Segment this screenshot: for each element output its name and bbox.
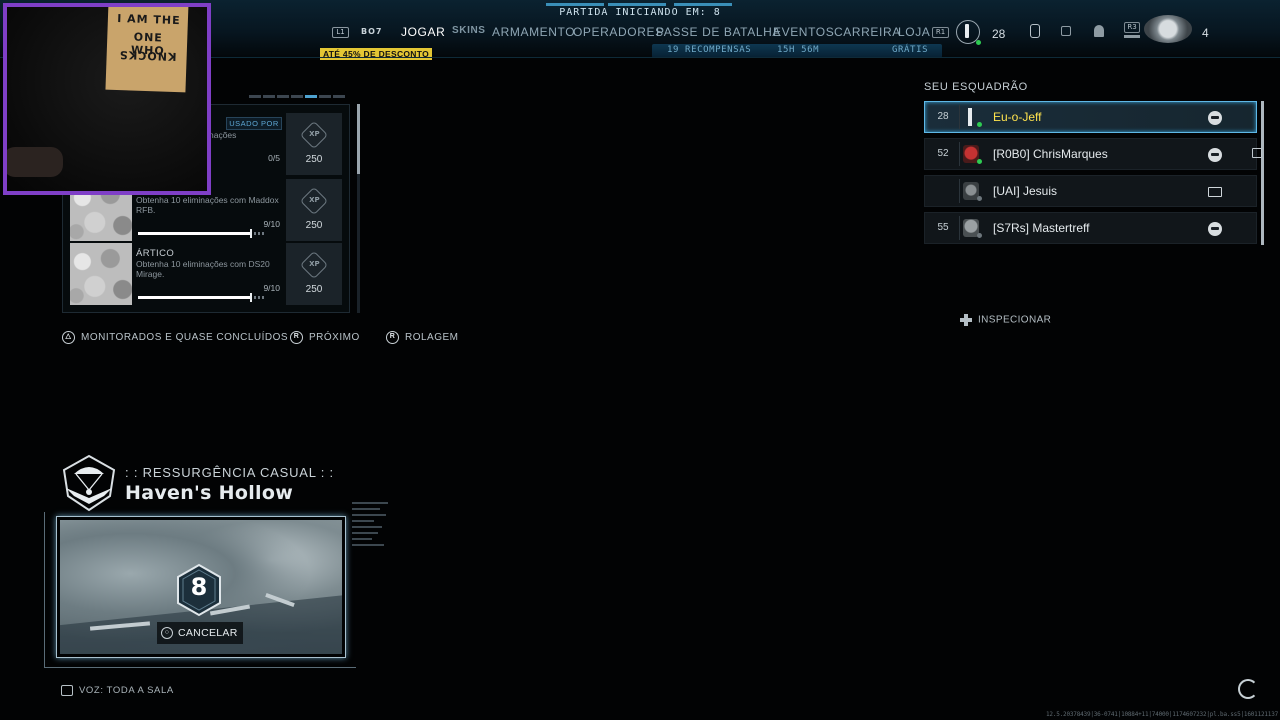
loading-spinner-icon [1238,679,1258,699]
member-level: 55 [937,222,949,233]
idle-status-dot [977,233,982,238]
right-stick-icon: R [290,331,303,344]
triangle-button-icon: △ [62,331,75,344]
challenge-page-indicator [249,95,349,99]
playstation-icon [1208,111,1222,125]
event-timer: 15H 56M [777,45,820,55]
xp-icon: XP [299,120,329,150]
tab-eventos[interactable]: EVENTOS [773,25,834,39]
tab-passe-de-batalha[interactable]: PASSE DE BATALHA [656,25,781,39]
xp-icon: XP [299,250,329,280]
used-by-badge: USADO POR [226,117,282,130]
webcam-overlay: I AM THE ONE WHO KNOCKS [3,3,211,195]
xp-value: 250 [305,284,323,295]
challenge-progress-bar [138,229,264,238]
squad-member-row[interactable]: 28 Eu-o-Jeff [924,101,1257,133]
squad-member-row[interactable]: 55 [S7Rs] Mastertreff [924,212,1257,244]
scroll-prompt[interactable]: R ROLAGEM [386,331,459,345]
r3-button-icon[interactable]: R3 [1124,22,1140,33]
next-prompt[interactable]: R PRÓXIMO [290,331,360,345]
l1-button-icon[interactable]: L1 [332,27,349,38]
party-count: 4 [1202,26,1209,40]
xp-reward: XP 250 [286,243,342,305]
build-version: 12.5.20378439|36-0741|10884+11|74000|117… [1046,711,1279,718]
challenge-description: nações [209,130,237,140]
tracked-challenges-prompt[interactable]: △ MONITORADOS E QUASE CONCLUÍDOS [62,331,288,345]
online-status-dot [977,159,982,164]
cancel-button[interactable]: ○ CANCELAR [157,622,243,644]
party-avatars-icon[interactable] [1144,15,1192,43]
member-name: Eu-o-Jeff [993,110,1042,124]
tab-carreira[interactable]: CARREIRA [834,25,901,39]
challenge-progress-text: 9/10 [263,283,280,293]
squad-member-row[interactable]: 52 [R0B0] ChrisMarques [924,138,1257,170]
challenges-scrollbar[interactable] [357,104,360,174]
challenge-progress-text: 0/5 [268,153,280,163]
currency-icon[interactable] [1030,24,1040,38]
online-status-dot [976,40,981,45]
voice-chat-status[interactable]: VOZ: TODA A SALA [61,685,174,696]
webcam-arm [7,147,63,177]
challenge-progress-text: 9/10 [263,219,280,229]
dpad-icon [960,314,972,326]
game-badge: BO7 [361,27,383,36]
xp-icon: XP [299,186,329,216]
paratrooper-emblem-icon [62,454,116,512]
member-name: [R0B0] ChrisMarques [993,147,1108,161]
player-level: 28 [992,27,1006,41]
tab-operadores[interactable]: OPERADORES [573,25,664,39]
challenge-description: Obtenha 10 eliminações com DS20 Mirage. [136,259,270,279]
xp-value: 250 [305,154,323,165]
member-name: [S7Rs] Mastertreff [993,221,1090,235]
countdown-number: 8 [190,573,208,601]
store-free-label: GRÁTIS [892,45,929,55]
tab-armamento[interactable]: ARMAMENTO [492,25,575,39]
r1-button-icon[interactable]: R1 [932,27,949,38]
member-name: [UAI] Jesuis [993,184,1058,198]
tab-skins[interactable]: SKINS [452,25,486,36]
discount-badge[interactable]: ATÉ 45% DE DESCONTO [320,48,432,60]
member-level: 28 [937,111,949,122]
map-name: Haven's Hollow [125,482,294,504]
playstation-icon [1208,222,1222,236]
xp-value: 250 [305,220,323,231]
circle-button-icon: ○ [161,627,173,640]
notification-bell-icon[interactable] [1094,25,1104,37]
webcam-shirt: I AM THE ONE WHO KNOCKS [105,7,189,93]
squad-scrollbar[interactable] [1261,101,1264,245]
tab-jogar[interactable]: JOGAR [401,25,445,39]
squad-member-row[interactable]: [UAI] Jesuis [924,175,1257,207]
challenge-title: ÁRTICO [136,248,175,259]
challenge-card[interactable]: ÁRTICO Obtenha 10 eliminações com DS20 M… [70,243,342,305]
challenge-description: Obtenha 10 eliminações com Maddox RFB. [136,195,279,215]
right-stick-scroll-icon: R [386,331,399,344]
map-info-lines [352,502,392,550]
online-status-dot [977,122,982,127]
xp-reward: XP 250 [286,179,342,241]
voice-icon [61,685,73,696]
crown-icon [1252,148,1262,158]
challenge-progress-bar [138,293,264,302]
lock-icon[interactable] [1061,26,1071,36]
idle-status-dot [977,196,982,201]
inspect-prompt[interactable]: INSPECIONAR [960,314,1051,326]
squad-title: SEU ESQUADRÃO [924,81,1028,93]
tab-loja[interactable]: LOJA [898,25,930,39]
party-bar-icon [1124,35,1140,38]
battlepass-rewards: 19 RECOMPENSAS [667,45,752,55]
pc-monitor-icon [1208,187,1222,197]
member-level: 52 [937,148,949,159]
camo-thumbnail [70,243,132,305]
playlist-mode: : : RESSURGÊNCIA CASUAL : : [125,465,334,480]
playstation-icon [1208,148,1222,162]
xp-reward: XP 250 [286,113,342,175]
